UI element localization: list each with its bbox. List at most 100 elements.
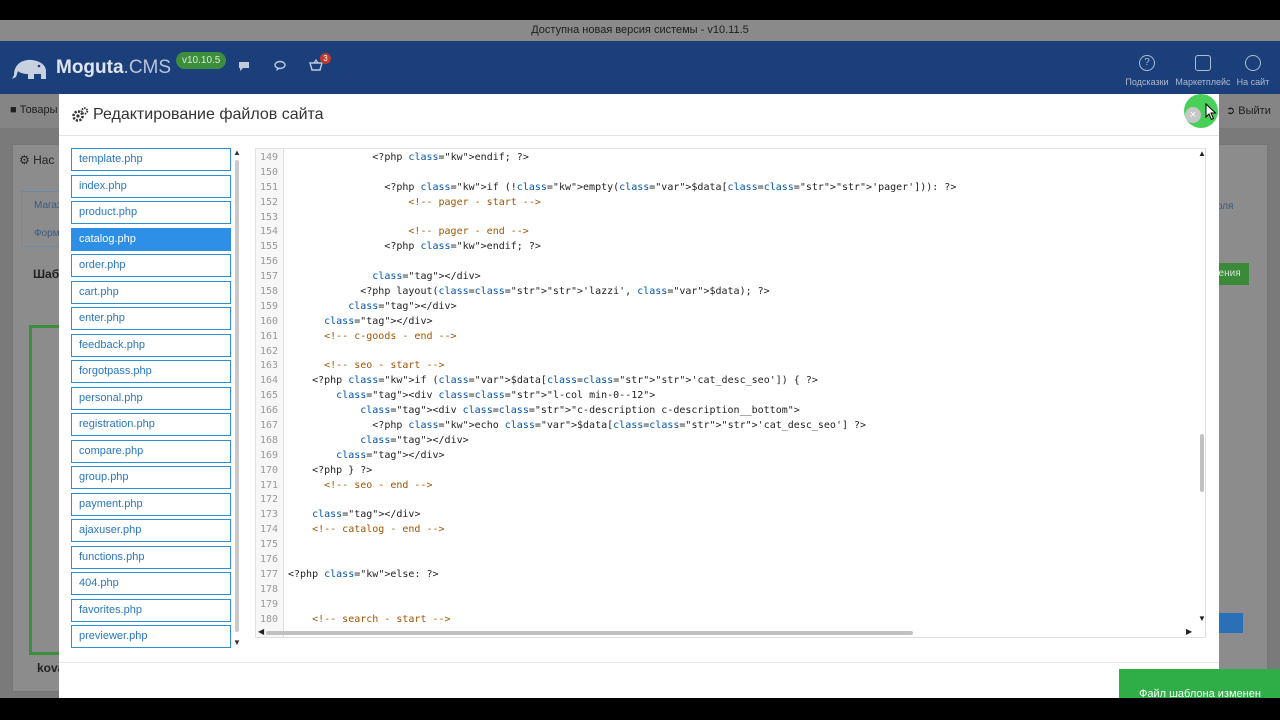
line-number: 155 xyxy=(259,241,278,253)
code-line[interactable]: 152 <!-- pager - start --> xyxy=(256,196,1196,211)
code-line[interactable]: 169 class="tag"></div> xyxy=(256,449,1196,464)
line-number: 158 xyxy=(259,286,278,298)
scroll-thumb[interactable] xyxy=(266,631,913,635)
scroll-up-icon[interactable]: ▲ xyxy=(1198,149,1205,158)
to-site-link[interactable]: На сайт xyxy=(1234,55,1272,87)
line-number: 162 xyxy=(259,345,278,357)
file-item[interactable]: personal.php xyxy=(71,386,231,410)
code-line[interactable]: 157 class="tag"></div> xyxy=(256,270,1196,285)
logout-link: ➲ Выйти xyxy=(1226,105,1271,117)
code-line[interactable]: 161 <!-- c-goods - end --> xyxy=(256,330,1196,345)
code-line[interactable]: 170 <?php } ?> xyxy=(256,464,1196,479)
close-button[interactable]: × xyxy=(1185,107,1201,123)
file-item[interactable]: compare.php xyxy=(71,439,231,463)
line-number: 152 xyxy=(259,196,278,208)
code-line[interactable]: 150 xyxy=(256,166,1196,181)
code-line[interactable]: 175 xyxy=(256,538,1196,553)
scroll-right-icon[interactable]: ▶ xyxy=(1186,627,1192,636)
code-line[interactable]: 156 xyxy=(256,255,1196,270)
code-line[interactable]: 177 <?php class="kw">else: ?> xyxy=(256,568,1196,583)
chat-icon[interactable] xyxy=(235,59,253,77)
code-line[interactable]: 163 <!-- seo - start --> xyxy=(256,359,1196,374)
logo[interactable]: Moguta.CMS xyxy=(10,54,171,82)
code-text: <?php class="kw">else: ?> xyxy=(288,568,439,580)
file-item[interactable]: catalog.php xyxy=(71,227,231,251)
line-number: 156 xyxy=(259,256,278,268)
file-item[interactable]: previewer.php xyxy=(71,625,231,648)
code-line[interactable]: 166 class="tag"><div class=class="str">"… xyxy=(256,404,1196,419)
code-line[interactable]: 176 xyxy=(256,553,1196,568)
file-item[interactable]: cart.php xyxy=(71,280,231,304)
code-text: <!-- c-goods - end --> xyxy=(288,330,457,342)
code-line[interactable]: 173 class="tag"></div> xyxy=(256,508,1196,523)
file-item[interactable]: template.php xyxy=(71,148,231,171)
code-text: class="tag"></div> xyxy=(324,315,433,327)
line-number: 172 xyxy=(259,494,278,506)
code-line[interactable]: 151 <?php class="kw">if (!class="kw">emp… xyxy=(256,181,1196,196)
code-text: class="tag"><div class=class="str">"l-co… xyxy=(336,390,656,402)
update-banner[interactable]: Доступна новая версия системы - v10.11.5 xyxy=(0,20,1280,41)
file-item[interactable]: functions.php xyxy=(71,545,231,569)
file-item[interactable]: forgotpass.php xyxy=(71,360,231,383)
file-item[interactable]: payment.php xyxy=(71,492,231,516)
file-item[interactable]: index.php xyxy=(71,174,231,198)
file-item[interactable]: feedback.php xyxy=(71,333,231,357)
file-item[interactable]: registration.php xyxy=(71,413,231,436)
notification-toast: Файл шаблона изменен xyxy=(1119,669,1280,698)
scroll-down-icon[interactable]: ▼ xyxy=(1198,614,1205,623)
line-number: 173 xyxy=(259,509,278,521)
file-item[interactable]: group.php xyxy=(71,466,231,489)
line-number: 154 xyxy=(259,226,278,238)
code-line[interactable]: 180 <!-- search - start --> xyxy=(256,613,1196,628)
screen: Доступна новая версия системы - v10.11.5… xyxy=(0,0,1280,720)
code-line[interactable]: 158 <?php layout(class=class="str">"str"… xyxy=(256,285,1196,300)
code-text: <!-- seo - end --> xyxy=(288,479,433,491)
line-number: 150 xyxy=(259,166,278,178)
scroll-thumb[interactable] xyxy=(1200,434,1204,492)
code-text: <?php class="kw">echo class="var">$data[… xyxy=(288,420,867,432)
file-item[interactable]: order.php xyxy=(71,254,231,277)
editor-vertical-scrollbar[interactable]: ▲ ▼ xyxy=(1197,149,1205,629)
scroll-down-icon[interactable]: ▼ xyxy=(233,638,241,647)
code-line[interactable]: 168 class="tag"></div> xyxy=(256,434,1196,449)
settings-title: Нас xyxy=(33,153,55,167)
code-text: class="tag"></div> xyxy=(336,449,445,461)
scroll-up-icon[interactable]: ▲ xyxy=(233,148,241,157)
code-line[interactable]: 162 xyxy=(256,345,1196,360)
code-line[interactable]: 171 <!-- seo - end --> xyxy=(256,479,1196,494)
code-text: <?php class="kw">if (class="var">$data[c… xyxy=(288,375,818,387)
code-line[interactable]: 154 <!-- pager - end --> xyxy=(256,225,1196,240)
code-line[interactable]: 178 xyxy=(256,583,1196,598)
globe-icon xyxy=(1245,55,1261,71)
code-line[interactable]: 172 xyxy=(256,493,1196,508)
line-number: 167 xyxy=(259,420,278,432)
code-line[interactable]: 160 class="tag"></div> xyxy=(256,315,1196,330)
code-line[interactable]: 167 <?php class="kw">echo class="var">$d… xyxy=(256,419,1196,434)
line-number: 166 xyxy=(259,405,278,417)
code-line[interactable]: 165 class="tag"><div class=class="str">"… xyxy=(256,389,1196,404)
hints-link[interactable]: ? Подсказки xyxy=(1124,55,1170,87)
code-line[interactable]: 155 <?php class="kw">endif; ?> xyxy=(256,240,1196,255)
file-item[interactable]: 404.php xyxy=(71,572,231,595)
file-item[interactable]: enter.php xyxy=(71,307,231,330)
code-line[interactable]: 153 xyxy=(256,211,1196,226)
file-list-scrollbar[interactable]: ▲ ▼ xyxy=(233,148,241,648)
code-lines[interactable]: 149 <?php class="kw">endif; ?> 150 151 <?p… xyxy=(256,151,1196,628)
code-text: <!-- pager - start --> xyxy=(288,196,541,208)
file-item[interactable]: favorites.php xyxy=(71,598,231,622)
comments-icon[interactable] xyxy=(271,59,289,77)
code-editor[interactable]: 149 <?php class="kw">endif; ?> 150 151 <?p… xyxy=(255,148,1206,638)
code-line[interactable]: 179 xyxy=(256,598,1196,613)
file-item[interactable]: product.php xyxy=(71,201,231,224)
question-icon: ? xyxy=(1139,55,1155,71)
code-line[interactable]: 164 <?php class="kw">if (class="var">$da… xyxy=(256,374,1196,389)
scroll-left-icon[interactable]: ◀ xyxy=(258,627,264,636)
marketplace-link[interactable]: Маркетплейс xyxy=(1174,55,1232,87)
file-item[interactable]: ajaxuser.php xyxy=(71,519,231,542)
editor-horizontal-scrollbar[interactable]: ◀ ▶ xyxy=(256,627,1197,637)
code-text: class="tag"></div> xyxy=(360,434,469,446)
code-line[interactable]: 174 <!-- catalog - end --> xyxy=(256,523,1196,538)
code-line[interactable]: 149 <?php class="kw">endif; ?> xyxy=(256,151,1196,166)
mouse-cursor-icon xyxy=(1205,103,1217,121)
code-line[interactable]: 159 class="tag"></div> xyxy=(256,300,1196,315)
